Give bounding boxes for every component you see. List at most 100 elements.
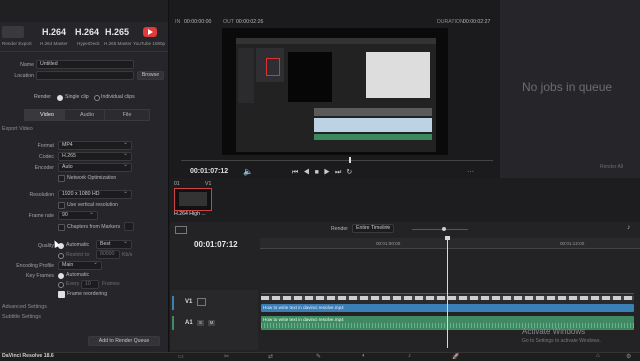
edit-page-icon[interactable]: ⇄: [268, 353, 273, 360]
render-all-button[interactable]: Render All: [600, 164, 623, 170]
filename-input[interactable]: Untitled: [36, 60, 134, 69]
preset-youtube-label: YouTube 1080p: [133, 41, 166, 46]
divider: [0, 51, 168, 52]
preset-hyperdeck[interactable]: H.264: [75, 27, 99, 37]
browse-button[interactable]: Browse: [137, 71, 164, 80]
codec-label: Codec: [39, 154, 54, 160]
keyframes-frames-label: Frames: [102, 281, 120, 287]
preset-h264-master[interactable]: H.264: [42, 27, 66, 37]
quality-automatic-label: Automatic: [66, 242, 90, 248]
filename-label: Name: [20, 62, 34, 68]
clip-strip: [170, 178, 640, 222]
individual-clips-radio[interactable]: [94, 95, 100, 101]
render-export-icon[interactable]: [2, 26, 24, 38]
activate-windows-title: Activate Windows: [522, 327, 586, 336]
video-clip-label: How to write text in davinci resolve.mp4: [263, 305, 344, 310]
transport-controls[interactable]: ⏮◀■▶⏭↻: [292, 168, 357, 177]
a1-track-indicator: [172, 316, 174, 330]
jump-start-icon[interactable]: ⏮: [292, 169, 303, 176]
codec-select[interactable]: H.265: [58, 151, 132, 161]
frame-rate-select[interactable]: 90: [58, 210, 98, 220]
vertical-resolution-checkbox[interactable]: [58, 202, 65, 209]
preset-h264-master-label: H.264 Master: [40, 41, 68, 46]
preset-render-export-label: Render Export: [2, 41, 32, 46]
zoom-slider-handle[interactable]: [442, 227, 446, 231]
cut-page-icon[interactable]: ✂: [224, 353, 229, 360]
subtitle-settings-toggle[interactable]: Subtitle Settings: [2, 314, 41, 320]
volume-icon[interactable]: 🔈: [243, 167, 253, 176]
app-title: DaVinci Resolve 18.6: [2, 353, 54, 359]
audio-icon[interactable]: ♪: [627, 224, 631, 231]
out-label: OUT: [223, 19, 234, 25]
youtube-icon[interactable]: [143, 27, 157, 37]
ruler-tick-2: 00:01:12:00: [560, 241, 585, 246]
location-input[interactable]: [36, 71, 134, 80]
render-settings-panel: Render Export H.264 H.264 Master H.264 H…: [0, 0, 169, 352]
fairlight-page-icon[interactable]: ♪: [408, 353, 411, 359]
render-range-label: Render: [331, 226, 349, 232]
clip-thumbnail[interactable]: [174, 188, 212, 211]
stop-icon[interactable]: ■: [315, 169, 324, 176]
add-to-render-queue-button[interactable]: Add to Render Queue: [88, 336, 160, 346]
out-timecode: 00:00:02:26: [236, 19, 264, 25]
kbps-input[interactable]: 80000: [96, 250, 120, 259]
deliver-page-icon[interactable]: 🚀: [452, 353, 459, 360]
network-optimization-label: Network Optimization: [67, 175, 117, 181]
quality-select[interactable]: Best: [96, 239, 132, 249]
media-page-icon[interactable]: ▭: [178, 353, 184, 360]
vertical-resolution-label: Use vertical resolution: [67, 202, 119, 208]
keyframes-automatic-radio[interactable]: [58, 273, 64, 279]
viewer-playhead[interactable]: [349, 157, 351, 163]
loop-icon[interactable]: ↻: [346, 169, 357, 176]
settings-gear-icon[interactable]: ⚙: [626, 353, 631, 360]
resolution-label: Resolution: [29, 192, 54, 198]
viewer-scrubber[interactable]: [181, 160, 493, 161]
keyframes-every-radio[interactable]: [58, 282, 64, 288]
timeline-playhead[interactable]: [447, 236, 448, 348]
color-page-icon[interactable]: ◐: [362, 353, 366, 359]
advanced-settings-toggle[interactable]: Advanced Settings: [2, 304, 47, 310]
individual-clips-label: Individual clips: [101, 94, 135, 100]
solo-button[interactable]: S: [197, 320, 204, 326]
export-video-header: Export Video: [2, 126, 33, 132]
restrict-radio[interactable]: [58, 253, 64, 259]
audio-clip-label: How to write text in davinci resolve.mp4: [263, 317, 344, 322]
reverse-play-icon[interactable]: ◀: [303, 169, 314, 176]
single-clip-radio[interactable]: [57, 95, 63, 101]
v1-track-indicator: [172, 296, 174, 310]
v1-track-icon[interactable]: [197, 298, 206, 306]
frame-reordering-checkbox[interactable]: [58, 291, 65, 298]
encoding-profile-select[interactable]: Main: [58, 260, 102, 270]
keyframes-automatic-label: Automatic: [66, 272, 90, 278]
playhead-head[interactable]: [445, 236, 450, 240]
keyframes-count-input[interactable]: 10: [81, 280, 99, 289]
resolution-select[interactable]: 1920 x 1080 HD: [58, 189, 132, 199]
key-frames-label: Key Frames: [26, 273, 54, 279]
frame-reordering-label: Frame reordering: [67, 291, 108, 297]
activate-windows-sub: Go to Settings to activate Windows.: [522, 338, 601, 344]
format-select[interactable]: MP4: [58, 140, 132, 150]
preset-h265-master[interactable]: H.265: [105, 27, 129, 37]
panel-header: [0, 0, 168, 22]
chapters-checkbox[interactable]: [58, 224, 65, 231]
mute-button[interactable]: M: [208, 320, 215, 326]
encoder-label: Encoder: [34, 165, 54, 171]
tab-file[interactable]: File: [104, 109, 150, 121]
encoding-profile-label: Encoding Profile: [16, 263, 54, 269]
in-timecode: 00:00:00:00: [184, 19, 212, 25]
timeline-timecode: 00:01:07:12: [194, 240, 238, 249]
timeline-view-icon[interactable]: [175, 226, 187, 234]
render-range-select[interactable]: Entire Timeline: [352, 223, 394, 233]
kbps-label: Kb/s: [122, 252, 133, 258]
chapters-color-select[interactable]: [124, 222, 134, 231]
network-optimization-checkbox[interactable]: [58, 175, 65, 182]
home-icon[interactable]: ⌂: [596, 353, 600, 359]
jump-end-icon[interactable]: ⏭: [335, 169, 346, 176]
render-mode-label: Render: [34, 94, 52, 100]
encoder-select[interactable]: Auto: [58, 162, 132, 172]
viewer-options-icon[interactable]: ⋯: [467, 168, 474, 176]
zoom-slider[interactable]: [412, 229, 468, 230]
play-icon[interactable]: ▶: [324, 169, 335, 176]
quality-label: Quality: [37, 243, 54, 249]
fusion-page-icon[interactable]: ✎: [316, 353, 321, 360]
